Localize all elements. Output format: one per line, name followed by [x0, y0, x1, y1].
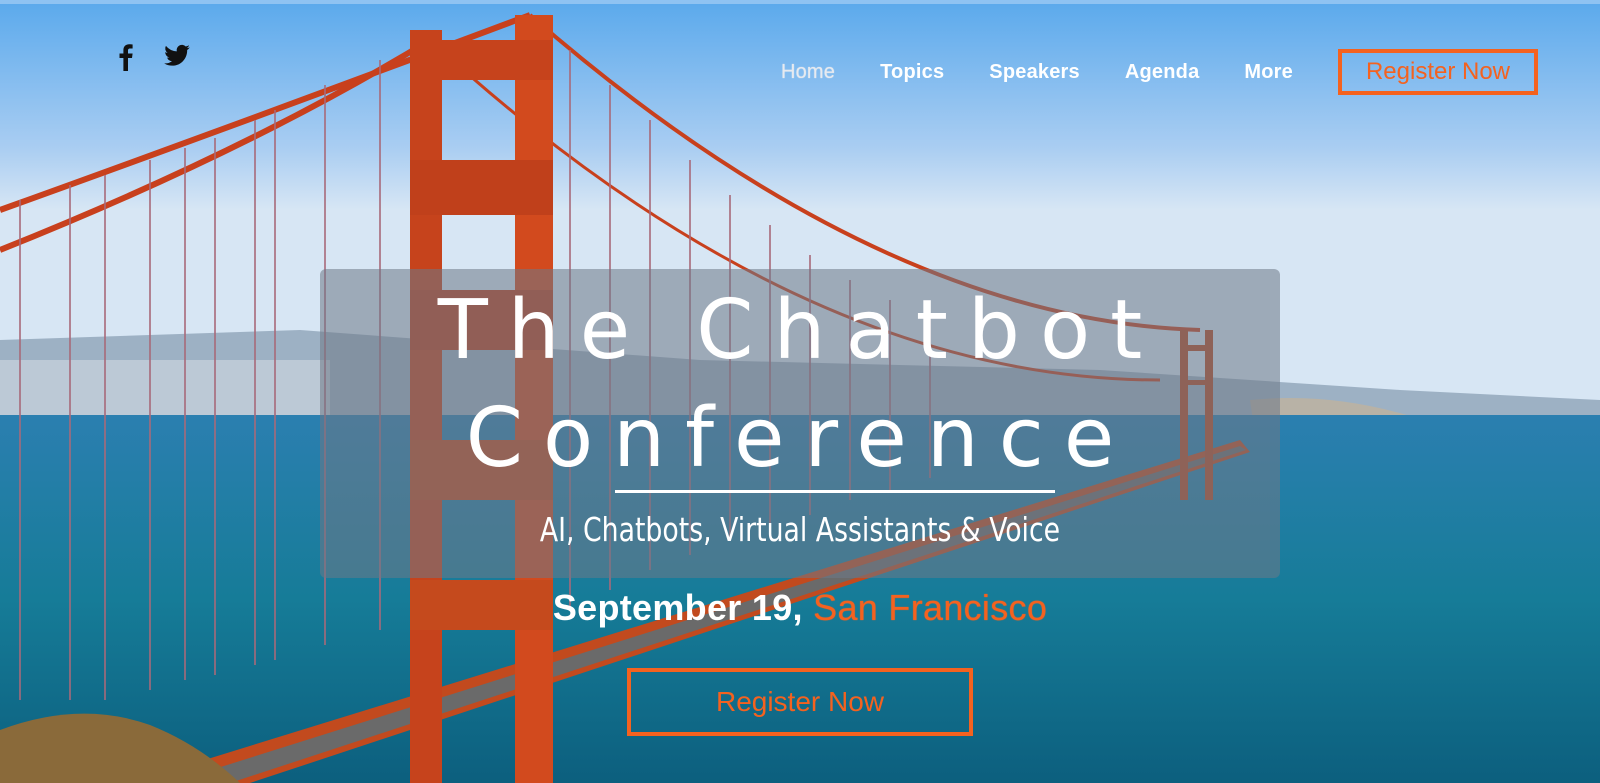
top-edge — [0, 0, 1600, 4]
main-nav: Home Topics Speakers Agenda More Registe… — [781, 49, 1538, 95]
nav-item-topics[interactable]: Topics — [880, 61, 944, 84]
nav-register-button[interactable]: Register Now — [1338, 49, 1538, 95]
nav-item-more[interactable]: More — [1244, 61, 1293, 84]
nav-item-home[interactable]: Home — [781, 61, 835, 84]
hero-subtitle: AI, Chatbots, Virtual Assistants & Voice — [539, 510, 1061, 549]
nav-item-speakers[interactable]: Speakers — [989, 61, 1080, 84]
event-date: September 19, — [552, 587, 803, 628]
twitter-icon — [164, 44, 190, 66]
nav-item-agenda[interactable]: Agenda — [1125, 61, 1200, 84]
social-links — [112, 42, 190, 72]
event-date-location: September 19, San Francisco — [320, 587, 1280, 629]
hero-register-button[interactable]: Register Now — [627, 668, 973, 736]
event-city: San Francisco — [813, 587, 1048, 628]
hero-title-line-1: The Chatbot — [437, 283, 1163, 378]
twitter-link[interactable] — [162, 42, 190, 72]
facebook-icon — [119, 44, 133, 71]
hero-divider — [615, 490, 1055, 493]
facebook-link[interactable] — [112, 42, 140, 72]
hero-title-line-2: Conference — [465, 391, 1135, 486]
